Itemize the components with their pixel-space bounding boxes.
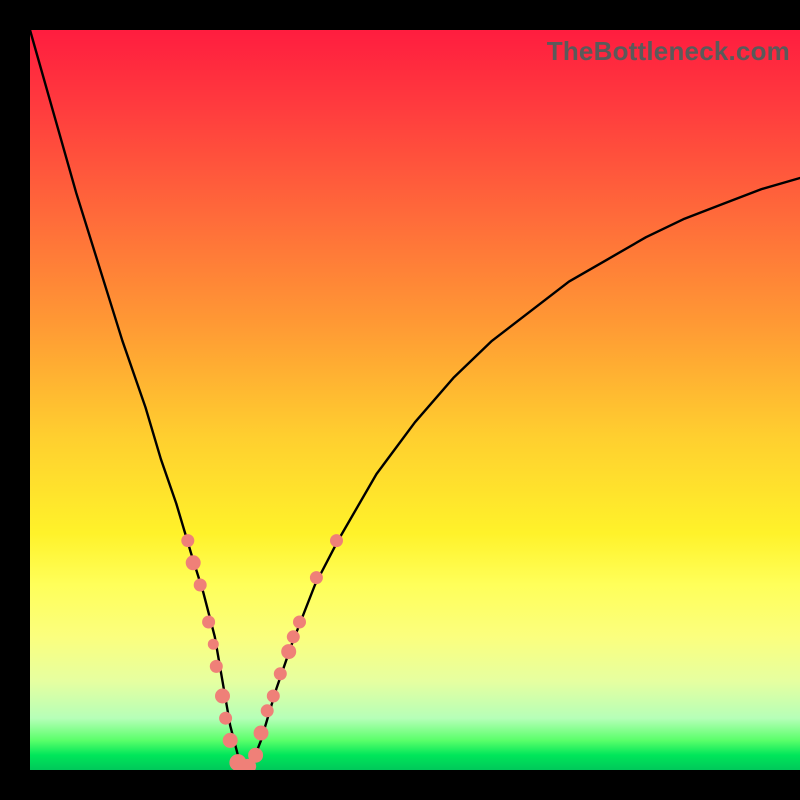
data-marker — [194, 579, 206, 591]
data-marker — [261, 705, 273, 717]
bottleneck-curve — [30, 30, 800, 770]
data-marker — [331, 535, 343, 547]
data-marker — [220, 712, 232, 724]
plot-area: TheBottleneck.com — [30, 30, 800, 770]
data-marker — [182, 535, 194, 547]
data-marker — [210, 660, 222, 672]
data-marker — [267, 690, 279, 702]
chart-frame: TheBottleneck.com — [0, 0, 800, 800]
data-marker — [216, 689, 230, 703]
data-marker — [208, 639, 218, 649]
data-marker — [249, 748, 263, 762]
data-marker — [203, 616, 215, 628]
bottom-frame-bar — [0, 770, 800, 800]
data-marker — [186, 556, 200, 570]
data-marker — [287, 631, 299, 643]
data-marker — [282, 645, 296, 659]
chart-svg — [30, 30, 800, 770]
data-marker — [294, 616, 306, 628]
data-marker — [310, 572, 322, 584]
data-marker — [274, 668, 286, 680]
data-marker — [254, 726, 268, 740]
data-marker — [223, 733, 237, 747]
